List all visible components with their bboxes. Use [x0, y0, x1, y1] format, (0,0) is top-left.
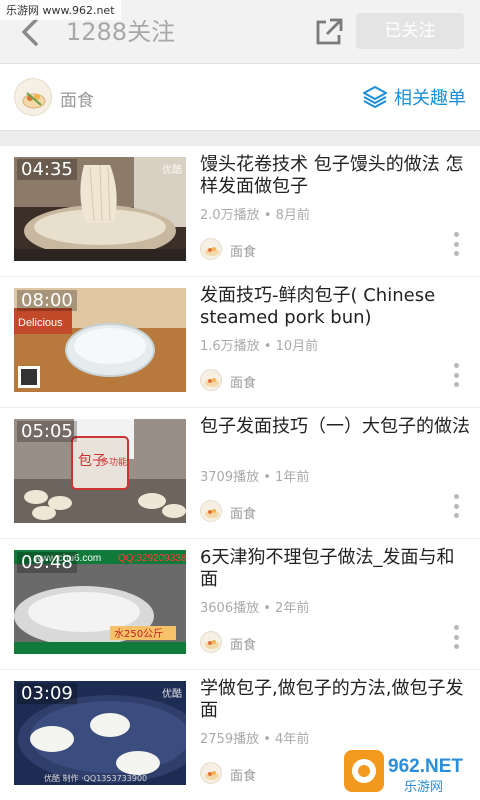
video-tag[interactable]: 面食: [230, 503, 256, 522]
thumb-bag-subtext: 多功能: [100, 456, 127, 468]
thumb-label-text: 水250公斤: [114, 628, 163, 640]
more-dot: [453, 382, 459, 387]
food-icon: [205, 771, 219, 780]
related-collections-button[interactable]: 相关趣单: [362, 82, 466, 112]
tag-avatar: [200, 631, 222, 653]
logo-subtext: 乐游网: [404, 780, 443, 795]
food-icon: [22, 92, 46, 109]
video-age: 2年前: [275, 601, 310, 616]
food-icon: [205, 378, 219, 387]
more-dot: [453, 363, 459, 368]
topic-avatar: [14, 78, 52, 116]
meta-separator: •: [263, 732, 271, 747]
video-age: 4年前: [275, 732, 310, 747]
more-dot: [453, 494, 459, 499]
video-duration: 09:48: [17, 552, 77, 573]
video-duration: 05:05: [17, 421, 77, 442]
video-duration: 08:00: [17, 290, 77, 311]
meta-separator: •: [263, 339, 272, 354]
site-watermark: 乐游网 www.962.net: [0, 0, 121, 20]
video-item[interactable]: 包子 多功能 05:05 包子发面技巧（一）大包子的做法 3709播放 • 1年…: [0, 408, 480, 539]
site-logo-watermark: 962.NET 乐游网: [344, 748, 476, 796]
followed-button[interactable]: 已关注: [356, 13, 464, 49]
topic-row[interactable]: 面食 相关趣单: [0, 64, 480, 130]
more-dot: [453, 232, 459, 237]
more-dot: [453, 634, 459, 640]
video-meta: 2759播放 • 4年前: [200, 728, 309, 747]
video-title[interactable]: 学做包子,做包子的方法,做包子发面: [200, 678, 472, 722]
more-options-button[interactable]: [450, 490, 462, 522]
thumbnail-brand: 优酷: [162, 689, 182, 700]
more-dot: [453, 372, 459, 378]
meta-separator: •: [263, 470, 271, 485]
food-icon: [205, 640, 219, 649]
tag-avatar: [200, 369, 222, 391]
video-tag[interactable]: 面食: [230, 241, 256, 260]
thumb-caption-text: 优酷 制作 ·QQ1353733900: [44, 773, 147, 783]
more-dot: [453, 513, 459, 518]
thumb-qq-text: QQ:329209338: [118, 553, 186, 564]
logo-text: 962.NET: [388, 756, 463, 777]
video-title[interactable]: 包子发面技巧（一）大包子的做法: [200, 416, 472, 438]
video-age: 1年前: [275, 470, 310, 485]
thumb-brand-text: Delicious: [18, 317, 63, 329]
share-icon: [316, 18, 343, 45]
related-collections-label: 相关趣单: [394, 88, 466, 109]
more-dot: [453, 503, 459, 509]
food-icon: [205, 509, 219, 518]
play-count: 2759播放: [200, 732, 260, 747]
thumbnail-brand: 优酷: [162, 165, 182, 176]
video-tag[interactable]: 面食: [230, 634, 256, 653]
video-meta: 2.0万播放 • 8月前: [200, 204, 310, 223]
video-thumbnail[interactable]: 04:35 优酷: [14, 157, 186, 261]
play-count: 3606播放: [200, 601, 260, 616]
more-options-button[interactable]: [450, 359, 462, 391]
video-title[interactable]: 馒头花卷技术 包子馒头的做法 怎样发面做包子: [200, 154, 472, 198]
video-duration: 03:09: [17, 683, 77, 704]
tag-avatar: [200, 238, 222, 260]
video-thumbnail[interactable]: 包子 多功能 05:05: [14, 419, 186, 523]
video-title[interactable]: 6天津狗不理包子做法_发面与和面: [200, 547, 472, 591]
more-dot: [453, 241, 459, 247]
play-count: 2.0万播放: [200, 208, 260, 223]
video-tag[interactable]: 面食: [230, 765, 256, 784]
video-thumbnail[interactable]: 优酷 制作 ·QQ1353733900 03:09 优酷: [14, 681, 186, 785]
video-meta: 1.6万播放 • 10月前: [200, 335, 318, 354]
tag-avatar: [200, 762, 222, 784]
layers-icon: [363, 86, 387, 108]
more-dot: [453, 251, 459, 256]
video-title[interactable]: 发面技巧-鲜肉包子( Chinese steamed pork bun): [200, 285, 472, 329]
video-tag[interactable]: 面食: [230, 372, 256, 391]
food-icon: [205, 247, 219, 256]
video-item[interactable]: 04:35 优酷 馒头花卷技术 包子馒头的做法 怎样发面做包子 2.0万播放 •…: [0, 146, 480, 277]
more-dot: [453, 644, 459, 649]
play-count: 1.6万播放: [200, 339, 260, 354]
tag-avatar: [200, 500, 222, 522]
play-count: 3709播放: [200, 470, 260, 485]
video-thumbnail[interactable]: Delicious 08:00: [14, 288, 186, 392]
video-age: 8月前: [275, 208, 310, 223]
video-duration: 04:35: [17, 159, 77, 180]
more-dot: [453, 625, 459, 630]
logo-962-icon: 962.NET 乐游网: [344, 750, 463, 795]
video-thumbnail[interactable]: www.chu6.com QQ:329209338 水250公斤 09:48: [14, 550, 186, 654]
section-divider: [0, 130, 480, 146]
video-meta: 3709播放 • 1年前: [200, 466, 309, 485]
meta-separator: •: [263, 601, 271, 616]
video-age: 10月前: [275, 339, 319, 354]
more-options-button[interactable]: [450, 621, 462, 653]
topic-label: 面食: [60, 91, 94, 111]
meta-separator: •: [263, 208, 272, 223]
video-item[interactable]: www.chu6.com QQ:329209338 水250公斤 09:48 6…: [0, 539, 480, 670]
video-item[interactable]: Delicious 08:00 发面技巧-鲜肉包子( Chinese steam…: [0, 277, 480, 408]
more-options-button[interactable]: [450, 228, 462, 260]
video-meta: 3606播放 • 2年前: [200, 597, 309, 616]
share-button[interactable]: [310, 14, 346, 50]
